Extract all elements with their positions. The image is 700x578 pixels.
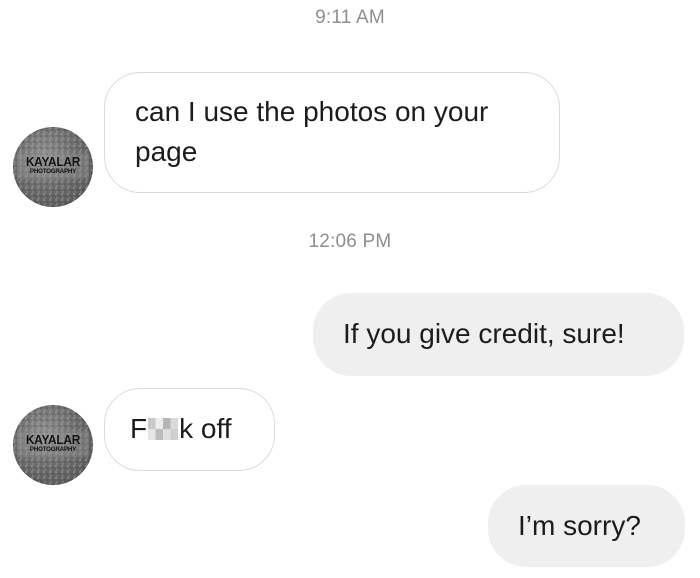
message-text-end: k off [179, 413, 232, 444]
message-text: I’m sorry? [518, 510, 641, 541]
contact-avatar[interactable]: KAYALAR PHOTOGRAPHY [13, 127, 93, 207]
avatar-logo-subtitle: PHOTOGRAPHY [29, 168, 77, 175]
incoming-message-bubble[interactable]: Fk off [104, 388, 275, 471]
avatar-logo-subtitle: PHOTOGRAPHY [29, 446, 77, 453]
message-text-start: F [130, 413, 148, 444]
timestamp: 12:06 PM [308, 231, 392, 252]
contact-avatar[interactable]: KAYALAR PHOTOGRAPHY [13, 405, 93, 485]
censored-pixelation [148, 418, 179, 440]
timestamp: 9:11 AM [315, 7, 385, 28]
incoming-message-bubble[interactable]: can I use the photos on your page [104, 72, 560, 193]
message-text: If you give credit, sure! [343, 318, 625, 349]
message-text: can I use the photos on your page [135, 96, 489, 167]
outgoing-message-bubble[interactable]: I’m sorry? [488, 485, 685, 567]
kayalar-photography-logo-icon: KAYALAR [25, 154, 81, 169]
outgoing-message-bubble[interactable]: If you give credit, sure! [313, 293, 684, 376]
kayalar-photography-logo-icon: KAYALAR [25, 432, 81, 447]
